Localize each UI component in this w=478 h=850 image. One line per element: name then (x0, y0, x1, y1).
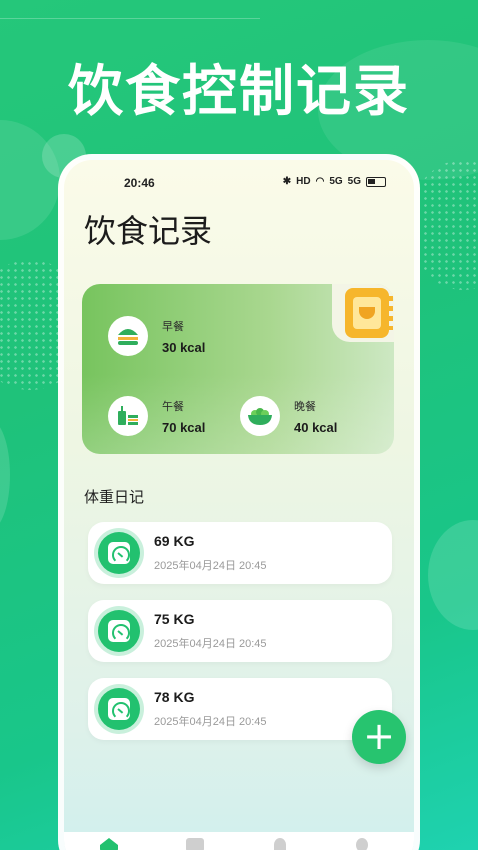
weight-date: 2025年04月24日 20:45 (154, 716, 267, 728)
weight-value: 78 KG (154, 689, 195, 705)
scale-icon (98, 532, 140, 574)
signal-icon-2: 5G (347, 176, 361, 187)
meal-name: 早餐 (162, 319, 184, 333)
weight-date: 2025年04月24日 20:45 (154, 560, 267, 572)
bottom-tab-bar (64, 832, 414, 850)
meal-kcal: 30 kcal (162, 339, 206, 355)
status-time: 20:46 (124, 176, 155, 190)
burger-icon (108, 316, 148, 356)
status-icons: ✱ HD ◠ 5G 5G (283, 176, 386, 187)
battery-icon (366, 176, 386, 187)
weight-entry[interactable]: 78 KG 2025年04月24日 20:45 (88, 678, 392, 740)
recipe-book-icon[interactable] (345, 288, 393, 338)
promo-headline: 饮食控制记录 (67, 58, 410, 123)
hd-badge: HD (296, 176, 311, 187)
weight-date: 2025年04月24日 20:45 (154, 638, 267, 650)
home-tab-icon[interactable] (100, 838, 118, 850)
weight-value: 75 KG (154, 611, 195, 627)
exercise-tab-icon[interactable] (274, 838, 286, 850)
bluetooth-icon: ✱ (282, 176, 292, 187)
signal-icon-1: 5G (329, 176, 343, 187)
weight-diary-title: 体重日记 (84, 488, 145, 506)
meal-kcal: 70 kcal (162, 419, 206, 435)
profile-tab-icon[interactable] (356, 838, 368, 850)
wifi-icon: ◠ (315, 176, 325, 187)
meal-dinner[interactable]: 晚餐 40 kcal (240, 396, 337, 436)
meal-breakfast[interactable]: 早餐 30 kcal (108, 316, 205, 356)
fastfood-icon (108, 396, 148, 436)
add-button[interactable]: + (352, 710, 406, 764)
calendar-tab-icon[interactable] (186, 838, 204, 850)
meal-name: 午餐 (162, 399, 184, 413)
scale-icon (98, 610, 140, 652)
meal-kcal: 40 kcal (294, 419, 338, 435)
meal-name: 晚餐 (294, 399, 316, 413)
weight-entry[interactable]: 69 KG 2025年04月24日 20:45 (88, 522, 392, 584)
meal-lunch[interactable]: 午餐 70 kcal (108, 396, 205, 436)
scale-icon (98, 688, 140, 730)
weight-entry[interactable]: 75 KG 2025年04月24日 20:45 (88, 600, 392, 662)
salad-bowl-icon (240, 396, 280, 436)
phone-frame: 20:46 ✱ HD ◠ 5G 5G 饮食记录 早餐 30 kcal 午餐 70 (58, 154, 420, 850)
page-title: 饮食记录 (84, 212, 213, 250)
weight-value: 69 KG (154, 533, 195, 549)
status-bar: 20:46 ✱ HD ◠ 5G 5G (64, 176, 414, 194)
